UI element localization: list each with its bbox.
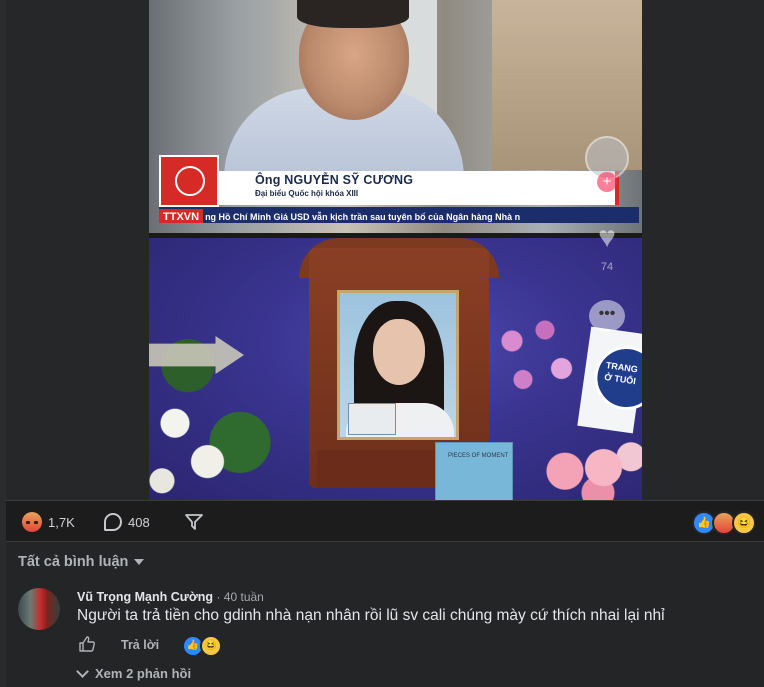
comments-section: Tất cả bình luận Vũ Trọng Mạnh Cường · 4… bbox=[6, 542, 764, 687]
haha-reaction-icon: 😆 bbox=[200, 635, 222, 657]
haha-reaction-icon: 😆 bbox=[732, 511, 756, 535]
view-replies-label: Xem 2 phản hồi bbox=[95, 666, 192, 681]
angry-reaction-icon bbox=[22, 512, 42, 532]
memorial-scene: PIECES OF MOMENT TRANG Ở TUỔI bbox=[149, 238, 642, 500]
sign-text: TRANG Ở TUỔI bbox=[603, 360, 639, 387]
follow-plus-icon[interactable]: + bbox=[597, 172, 617, 192]
comment-icon bbox=[104, 513, 122, 531]
comment-author[interactable]: Vũ Trọng Mạnh Cường · 40 tuần bbox=[77, 590, 264, 604]
like-icon[interactable] bbox=[78, 635, 96, 653]
reply-button[interactable]: Trả lời bbox=[121, 638, 159, 652]
comment-filter-label: Tất cả bình luận bbox=[18, 554, 129, 570]
memorial-book: PIECES OF MOMENT bbox=[435, 442, 513, 500]
comment-time[interactable]: · 40 tuần bbox=[216, 590, 263, 604]
id-card bbox=[348, 403, 396, 435]
caret-down-icon bbox=[134, 559, 145, 566]
book-title: PIECES OF MOMENT bbox=[448, 453, 509, 459]
reactions-button[interactable]: 1,7K bbox=[22, 511, 75, 533]
comment-bubble-icon[interactable]: ••• bbox=[589, 300, 625, 332]
comment-author-name[interactable]: Vũ Trọng Mạnh Cường bbox=[77, 590, 213, 604]
share-button[interactable] bbox=[184, 511, 204, 533]
news-ticker: TTXVN ng Hồ Chí Minh Giá USD vẫn kịch trầ… bbox=[159, 207, 639, 223]
heart-icon[interactable]: ♥ bbox=[589, 222, 625, 254]
ticker-text: ng Hồ Chí Minh Giá USD vẫn kịch trần sau… bbox=[205, 212, 521, 222]
speaker-title: Đại biểu Quốc hội khóa XIII bbox=[255, 189, 359, 198]
avatar[interactable] bbox=[18, 588, 60, 630]
ticker-brand: TTXVN bbox=[159, 209, 204, 223]
channel-logo-icon bbox=[159, 155, 219, 207]
portrait-face bbox=[373, 319, 425, 385]
comments-count: 408 bbox=[128, 514, 150, 530]
globe-icon bbox=[175, 166, 205, 196]
like-count-overlay: 74 bbox=[600, 261, 614, 273]
orchid-flowers bbox=[479, 308, 589, 418]
view-replies-button[interactable]: Xem 2 phản hồi bbox=[76, 665, 192, 681]
speaker-hair bbox=[297, 0, 409, 28]
reaction-summary[interactable]: 👍 😆 bbox=[692, 511, 756, 535]
post-media-area: Ông NGUYỄN SỸ CƯƠNG Đại biểu Quốc hội kh… bbox=[6, 0, 764, 500]
share-icon bbox=[185, 514, 203, 530]
speaker-name: Ông NGUYỄN SỸ CƯƠNG bbox=[255, 173, 414, 187]
comment-text: Người ta trả tiền cho gdinh nhà nạn nhân… bbox=[77, 607, 665, 624]
comment-filter[interactable]: Tất cả bình luận bbox=[18, 554, 145, 570]
video-image[interactable]: Ông NGUYỄN SỸ CƯƠNG Đại biểu Quốc hội kh… bbox=[149, 0, 642, 500]
reaction-bar: 1,7K 408 👍 😆 bbox=[6, 501, 764, 541]
news-lower-third: Ông NGUYỄN SỸ CƯƠNG Đại biểu Quốc hội kh… bbox=[159, 155, 639, 225]
news-frame: Ông NGUYỄN SỸ CƯƠNG Đại biểu Quốc hội kh… bbox=[149, 0, 642, 235]
name-bar: Ông NGUYỄN SỸ CƯƠNG Đại biểu Quốc hội kh… bbox=[219, 171, 619, 205]
white-flowers bbox=[149, 308, 279, 500]
reactions-count: 1,7K bbox=[48, 514, 75, 530]
memorial-portrait bbox=[337, 290, 459, 440]
chevron-down-icon bbox=[76, 665, 89, 678]
pink-flowers bbox=[532, 428, 642, 500]
comment-reactions[interactable]: 👍 😆 bbox=[182, 635, 222, 657]
comment-button[interactable]: 408 bbox=[104, 511, 150, 533]
